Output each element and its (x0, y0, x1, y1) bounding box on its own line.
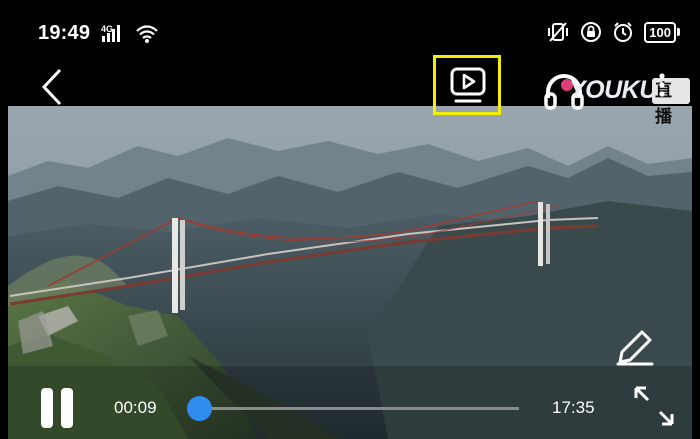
battery-icon: 100 (644, 21, 680, 43)
edit-icon[interactable] (612, 324, 658, 370)
youku-logo: YOUKU 直播 (542, 68, 690, 126)
battery-level: 100 (644, 21, 676, 43)
logo-text: YOUKU (569, 76, 657, 104)
cast-button[interactable] (433, 55, 501, 115)
duration: 17:35 (552, 398, 595, 417)
fullscreen-icon[interactable] (632, 384, 676, 428)
pause-button[interactable] (41, 388, 81, 432)
current-time: 00:09 (114, 398, 157, 417)
player-controls: 00:09 17:35 (8, 368, 692, 438)
cast-icon (450, 67, 486, 103)
back-icon[interactable] (38, 66, 68, 108)
status-left-icons: 4G (101, 24, 159, 44)
status-right-icons: 100 (546, 21, 680, 43)
more-icon[interactable] (658, 72, 666, 98)
status-bar: 19:49 4G 100 (8, 8, 692, 56)
seek-handle[interactable] (187, 396, 213, 421)
app-frame: 19:49 4G 100 YOUKU 直播 00:09 17:35 (8, 8, 692, 439)
pause-icon (41, 388, 53, 428)
status-time: 19:49 (38, 22, 91, 44)
alarm-icon (614, 22, 633, 42)
vibrate-icon (548, 22, 569, 42)
seek-bar[interactable] (187, 396, 519, 421)
signal-icon: 4G (101, 24, 127, 44)
lock-rotation-icon (581, 22, 602, 42)
wifi-icon (136, 25, 158, 43)
